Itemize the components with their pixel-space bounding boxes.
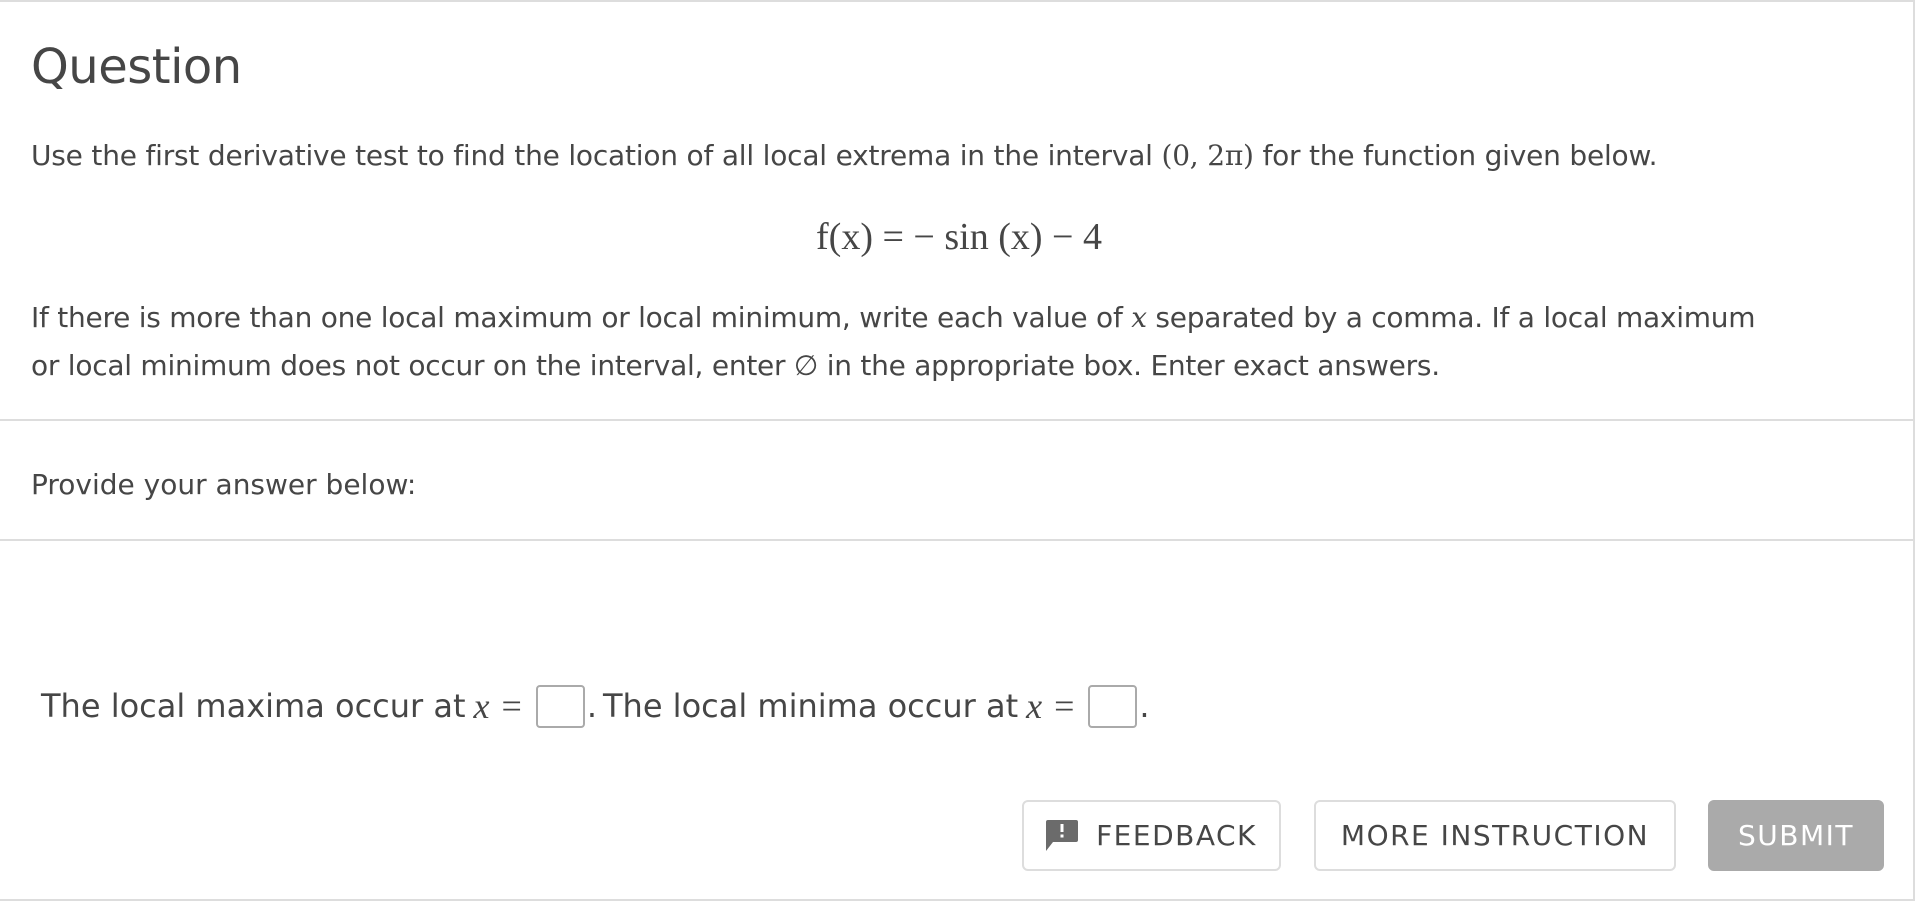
answer-section: The local maxima occur at x = . The loca… [0, 541, 1913, 903]
submit-label: SUBMIT [1738, 819, 1854, 852]
maxima-period: . [586, 687, 597, 725]
minima-label: The local minima occur at [602, 687, 1019, 725]
minima-equals: = [1054, 686, 1075, 726]
minima-variable: x [1026, 686, 1043, 726]
question-prompt: Use the first derivative test to find th… [31, 136, 1658, 176]
answer-line: The local maxima occur at x = . The loca… [41, 681, 1156, 731]
instructions-text-a: If there is more than one local maximum … [31, 301, 1132, 334]
local-maxima-input[interactable] [535, 684, 585, 728]
maxima-label: The local maxima occur at [41, 687, 466, 725]
instructions-variable: x [1131, 301, 1147, 334]
provide-answer-section: Provide your answer below: [0, 421, 1913, 541]
question-section: Question Use the first derivative test t… [0, 2, 1913, 421]
formula-text: f(x) = − sin (x) − 4 [816, 216, 1102, 258]
answer-instructions: If there is more than one local maximum … [31, 294, 1891, 390]
maxima-variable: x [473, 686, 490, 726]
instructions-text-b: separated by a comma. If a local maximum [1146, 301, 1756, 334]
instructions-line-2: or local minimum does not occur on the i… [31, 349, 1440, 382]
instructions-line-1: If there is more than one local maximum … [31, 294, 1891, 342]
function-formula: f(x) = − sin (x) − 4 [0, 212, 1918, 262]
feedback-button[interactable]: FEEDBACK [1022, 800, 1281, 871]
feedback-speech-bubble-icon [1046, 820, 1079, 851]
more-instruction-button[interactable]: MORE INSTRUCTION [1314, 800, 1676, 871]
minima-period: . [1139, 687, 1150, 725]
submit-button[interactable]: SUBMIT [1708, 800, 1884, 871]
more-instruction-label: MORE INSTRUCTION [1340, 819, 1650, 852]
question-title: Question [31, 39, 242, 95]
question-card: Question Use the first derivative test t… [0, 0, 1915, 901]
provide-answer-label: Provide your answer below: [31, 468, 417, 501]
feedback-button-label: FEEDBACK [1096, 819, 1257, 852]
prompt-text-end: for the function given below. [1253, 139, 1658, 172]
interval-math: (0, 2π) [1161, 139, 1254, 172]
local-minima-input[interactable] [1088, 684, 1138, 728]
prompt-text-start: Use the first derivative test to find th… [31, 139, 1162, 172]
maxima-equals: = [501, 686, 522, 726]
